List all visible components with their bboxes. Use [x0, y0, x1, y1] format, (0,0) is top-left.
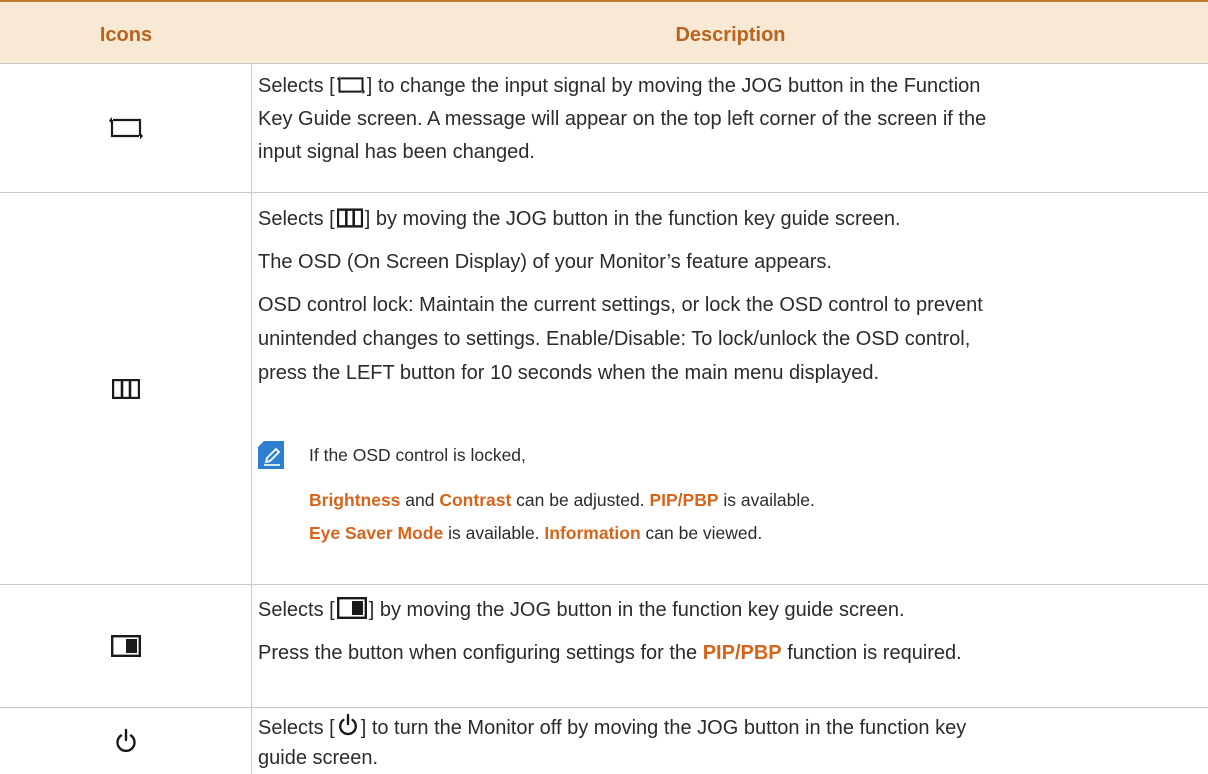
text: Selects [	[258, 208, 335, 230]
text: ] to change the input signal by moving t…	[366, 75, 981, 97]
text: can be viewed.	[640, 523, 763, 543]
text: Press the button when configuring settin…	[258, 642, 703, 664]
text: Selects [	[258, 75, 335, 97]
desc-line: Selects [ ] by moving the JOG button in t…	[258, 593, 1198, 627]
menu-term-pip-pbp: PIP/PBP	[649, 490, 719, 510]
menu-term-contrast: Contrast	[439, 490, 512, 510]
icon-description-table: Icons Description Selects [ ] to change t…	[0, 0, 1208, 774]
desc-line: unintended changes to settings. Enable/D…	[258, 328, 971, 350]
input-source-icon	[108, 117, 143, 140]
desc-line: Key Guide screen. A message will appear …	[258, 108, 987, 130]
desc-line: Selects [ ] by moving the JOG button in t…	[258, 202, 1198, 236]
text: ] to turn the Monitor off by moving the …	[360, 717, 967, 739]
desc-line: The OSD (On Screen Display) of your Moni…	[258, 251, 832, 273]
menu-icon	[111, 378, 140, 399]
text: is available.	[718, 490, 815, 510]
desc-line: press the LEFT button for 10 seconds whe…	[258, 362, 880, 384]
desc-line: OSD control lock: Maintain the current s…	[258, 294, 983, 316]
text: can be adjusted.	[511, 490, 650, 510]
header-description: Description	[675, 24, 786, 46]
text: Selects [	[258, 717, 335, 739]
row-input-source-description: Selects [ ] to change the input signal by…	[258, 70, 1198, 169]
input-source-icon	[336, 75, 365, 95]
menu-icon-cell	[0, 193, 251, 584]
menu-term-brightness: Brightness	[309, 490, 401, 510]
pip-pbp-icon	[336, 597, 367, 619]
column-divider	[251, 64, 252, 774]
power-icon	[115, 728, 136, 753]
desc-line: guide screen.	[258, 747, 379, 769]
text: Selects [	[258, 599, 335, 621]
power-icon-cell	[0, 708, 251, 774]
menu-term-eye-saver: Eye Saver Mode	[309, 523, 444, 543]
pip-pbp-icon-cell	[0, 585, 251, 707]
pip-pbp-icon	[110, 635, 141, 657]
note-line: Eye Saver Mode is available. Information…	[309, 519, 1189, 547]
desc-line: Selects [ ] to change the input signal by…	[258, 70, 1198, 103]
row-menu-description: Selects [ ] by moving the JOG button in t…	[258, 202, 1198, 390]
input-source-icon-cell	[0, 64, 251, 192]
text: ] by moving the JOG button in the functi…	[364, 208, 901, 230]
text: and	[400, 490, 440, 510]
power-icon	[338, 713, 357, 736]
note-intro: If the OSD control is locked,	[309, 445, 526, 465]
text: is available.	[443, 523, 545, 543]
desc-line: Press the button when configuring settin…	[258, 636, 1198, 670]
menu-icon	[336, 208, 363, 228]
menu-term-pip-pbp: PIP/PBP	[702, 642, 782, 664]
row-power-description: Selects [ ] to turn the Monitor off by mo…	[258, 713, 1198, 773]
note-line: Brightness and Contrast can be adjusted.…	[309, 486, 1189, 514]
row-pip-pbp-description: Selects [ ] by moving the JOG button in t…	[258, 593, 1198, 670]
desc-line: input signal has been changed.	[258, 141, 535, 163]
note-text: If the OSD control is locked, Brightness…	[309, 441, 1189, 547]
text: function is required.	[781, 642, 962, 664]
menu-term-information: Information	[544, 523, 641, 543]
text: ] by moving the JOG button in the functi…	[368, 599, 905, 621]
desc-line: Selects [ ] to turn the Monitor off by mo…	[258, 713, 1198, 743]
note-icon	[258, 441, 284, 469]
table-header: Icons Description	[0, 0, 1208, 64]
header-icons: Icons	[99, 24, 153, 46]
